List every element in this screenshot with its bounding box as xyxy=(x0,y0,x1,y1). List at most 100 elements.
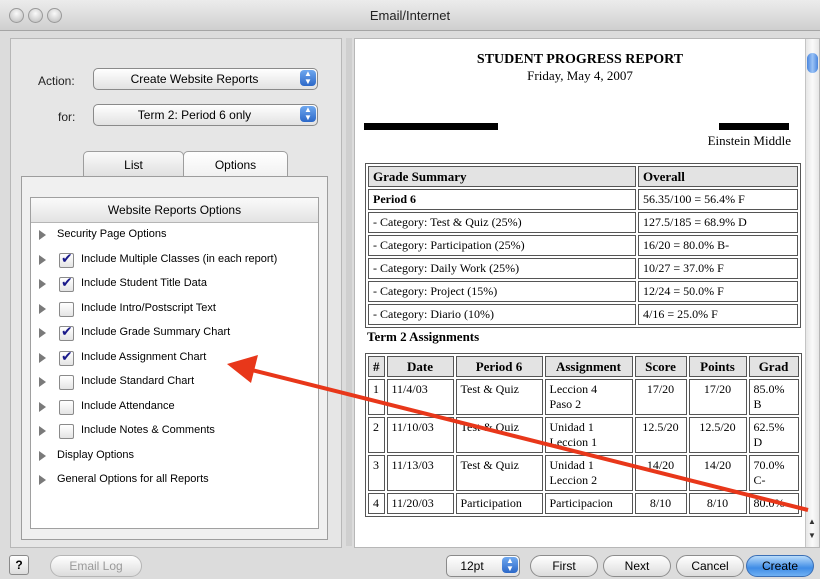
help-button[interactable]: ? xyxy=(9,555,29,575)
assignment-row: 3 11/13/03 Test & Quiz Unidad 1 Leccion 2 14/… xyxy=(368,455,799,491)
term-assignments-title: Term 2 Assignments xyxy=(367,329,480,344)
assignment-date-cell: 11/13/03 xyxy=(386,455,454,491)
grade-summary-row: - Category: Daily Work (25%) 10/27 = 37.0… xyxy=(368,258,798,279)
option-row[interactable]: Include Attendance xyxy=(31,395,318,420)
cancel-button[interactable]: Cancel xyxy=(676,555,744,577)
grade-summary-row: - Category: Participation (25%) 16/20 = 8… xyxy=(368,235,798,256)
assignment-points-cell-text: 12.5/20 xyxy=(699,420,736,434)
tab-options[interactable]: Options xyxy=(183,151,288,178)
assignment-points-cell-text: 8/10 xyxy=(706,496,729,510)
checkbox-checked[interactable] xyxy=(59,349,74,366)
assignment-period-cell: Test & Quiz xyxy=(455,455,543,491)
create-button[interactable]: Create xyxy=(746,555,814,577)
grade-summary-row: - Category: Diario (10%) 4/16 = 25.0% F xyxy=(368,304,798,325)
website-reports-options-list: Website Reports Options Security Page Op… xyxy=(30,197,319,529)
assignment-points-cell-text: 14/20 xyxy=(703,458,732,472)
for-popup-value: Term 2: Period 6 only xyxy=(137,108,252,122)
tab-list[interactable]: List xyxy=(83,151,184,178)
overall-cell: 16/20 = 80.0% B- xyxy=(638,235,798,256)
disclosure-triangle-icon[interactable] xyxy=(39,377,46,387)
overall-cell: 56.35/100 = 56.4% F xyxy=(638,189,798,210)
checkbox-unchecked[interactable] xyxy=(59,424,74,439)
scroll-up-arrow-icon[interactable]: ▲ xyxy=(808,517,816,526)
assignment-grade-cell: 85.0% B xyxy=(748,379,799,415)
option-row[interactable]: Include Student Title Data xyxy=(31,272,318,297)
checkbox-unchecked[interactable] xyxy=(59,301,74,317)
checkbox-checked[interactable] xyxy=(59,324,74,341)
option-row[interactable]: Include Intro/Postscript Text xyxy=(31,297,318,322)
assignment-number-cell-text: 4 xyxy=(373,496,379,510)
assignment-number-cell: 3 xyxy=(368,455,385,491)
category-cell: - Category: Participation (25%) xyxy=(368,235,636,256)
checkbox-checked[interactable] xyxy=(59,275,74,292)
grade-summary-row: - Category: Test & Quiz (25%) 127.5/185 =… xyxy=(368,212,798,233)
scroll-thumb[interactable] xyxy=(807,53,818,73)
popup-arrows-icon: ▲ ▼ xyxy=(502,557,518,573)
assignment-points-cell: 14/20 xyxy=(688,455,747,491)
disclosure-triangle-icon[interactable] xyxy=(39,401,46,412)
assignment-points-cell: 8/10 xyxy=(688,493,747,514)
option-row[interactable]: Include Multiple Classes (in each report… xyxy=(31,248,318,273)
assignment-number-cell: 2 xyxy=(368,417,385,453)
option-label: Include Grade Summary Chart xyxy=(81,326,231,338)
assignment-points-cell: 17/20 xyxy=(688,379,747,415)
col-assignment-header: Assignment xyxy=(544,356,633,377)
preview-scrollbar[interactable]: ▲ ▼ xyxy=(805,39,819,547)
disclosure-triangle-icon[interactable] xyxy=(39,328,46,338)
next-button[interactable]: Next xyxy=(603,555,671,577)
assignment-name-cell: Unidad 1 Leccion 2 xyxy=(544,455,633,491)
assignment-name-cell-text: Leccion 1 xyxy=(549,435,598,449)
disclosure-triangle-icon[interactable] xyxy=(39,303,46,314)
col-grade-header: Grad xyxy=(748,356,799,377)
category-cell: Period 6 xyxy=(368,189,636,210)
assignment-score-cell-text: 12.5/20 xyxy=(642,420,679,434)
for-popup[interactable]: Term 2: Period 6 only ▲ ▼ xyxy=(93,104,318,126)
email-log-button[interactable]: Email Log xyxy=(50,555,142,577)
option-row[interactable]: Security Page Options xyxy=(31,223,318,248)
grade-summary-table: Grade Summary Overall Period 6 56.35/100 … xyxy=(365,163,801,328)
checkbox-unchecked[interactable] xyxy=(59,399,74,415)
option-row[interactable]: Display Options xyxy=(31,444,318,469)
options-list-header: Website Reports Options xyxy=(31,198,318,223)
disclosure-triangle-icon[interactable] xyxy=(39,254,46,265)
option-row[interactable]: Include Grade Summary Chart xyxy=(31,321,318,346)
action-popup[interactable]: Create Website Reports ▲ ▼ xyxy=(93,68,318,90)
assignment-number-cell: 4 xyxy=(368,493,385,514)
assignment-score-cell-text: 8/10 xyxy=(649,496,672,510)
assignment-date-cell-text: 11/10/03 xyxy=(391,420,434,434)
assignment-period-cell-text: Test & Quiz xyxy=(460,382,519,396)
font-size-popup[interactable]: 12pt ▲ ▼ xyxy=(446,555,520,577)
disclosure-triangle-icon[interactable] xyxy=(39,279,46,289)
category-cell: - Category: Project (15%) xyxy=(368,281,636,302)
option-row[interactable]: Include Standard Chart xyxy=(31,370,318,395)
assignment-number-cell-text: 2 xyxy=(373,420,379,434)
action-label: Action: xyxy=(38,74,75,88)
disclosure-triangle-icon[interactable] xyxy=(39,352,46,363)
assignments-header-row: # Date Period 6 Assignment Score Points … xyxy=(368,356,799,377)
disclosure-triangle-icon[interactable] xyxy=(39,475,46,485)
pane-splitter[interactable] xyxy=(346,38,352,546)
assignment-period-cell: Test & Quiz xyxy=(455,417,543,453)
disclosure-triangle-icon[interactable] xyxy=(39,230,46,240)
option-row[interactable]: Include Assignment Chart xyxy=(31,346,318,371)
category-cell: - Category: Test & Quiz (25%) xyxy=(368,212,636,233)
first-button[interactable]: First xyxy=(530,555,598,577)
assignment-period-cell-text: Test & Quiz xyxy=(460,420,519,434)
disclosure-triangle-icon[interactable] xyxy=(39,426,46,436)
assignment-grade-cell: 70.0% C- xyxy=(748,455,799,491)
redacted-student-name xyxy=(364,123,498,130)
report-document: STUDENT PROGRESS REPORT Friday, May 4, 2… xyxy=(355,39,805,547)
assignment-date-cell-text: 11/4/03 xyxy=(391,382,428,396)
disclosure-triangle-icon[interactable] xyxy=(39,450,46,461)
assignment-name-cell-text: Participacion xyxy=(549,496,613,510)
assignment-grade-cell: 80.0% xyxy=(748,493,799,514)
checkbox-unchecked[interactable] xyxy=(59,375,74,390)
scroll-down-arrow-icon[interactable]: ▼ xyxy=(808,531,816,540)
popup-arrows-icon: ▲ ▼ xyxy=(300,106,316,122)
option-row[interactable]: General Options for all Reports xyxy=(31,468,318,493)
option-label: Include Standard Chart xyxy=(81,375,195,387)
assignment-date-cell-text: 11/20/03 xyxy=(391,496,434,510)
option-row[interactable]: Include Notes & Comments xyxy=(31,419,318,444)
left-pane: Action: Create Website Reports ▲ ▼ for: T… xyxy=(10,38,342,548)
checkbox-checked[interactable] xyxy=(59,251,74,268)
